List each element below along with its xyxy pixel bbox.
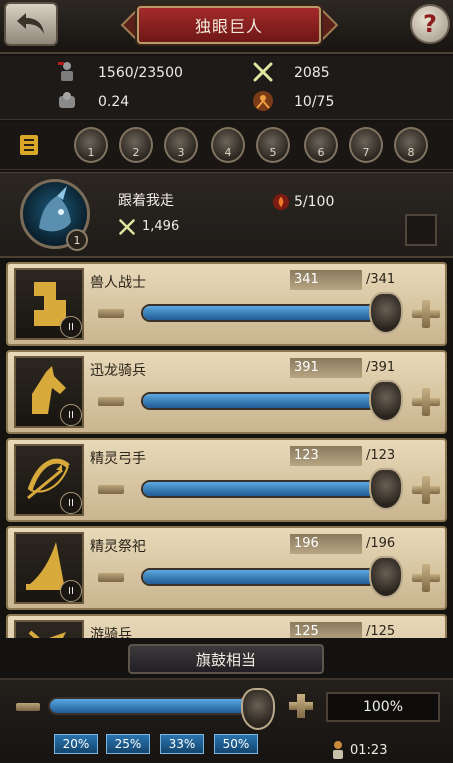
troop-count-max: /341 xyxy=(366,272,396,287)
slider-handle[interactable] xyxy=(369,380,403,422)
troop-name: 精灵弓手 xyxy=(90,451,146,467)
crossed-swords-icon xyxy=(253,62,273,82)
troop-capacity: 1560/23500 xyxy=(98,65,183,81)
total-slider-fill xyxy=(50,699,256,713)
help-button[interactable]: ? xyxy=(410,4,450,44)
troop-count-max: /125 xyxy=(366,624,396,638)
formation-count: 10/75 xyxy=(294,94,335,110)
slider-handle[interactable] xyxy=(369,468,403,510)
power-value: 2085 xyxy=(294,65,330,81)
troop-row: II 兽人战士 341 /341 xyxy=(6,262,447,346)
troop-slider[interactable] xyxy=(141,304,386,322)
preset-slot-8[interactable]: 8 xyxy=(394,127,428,163)
preset-20-button[interactable]: 20% xyxy=(54,734,98,754)
troop-count-max: /391 xyxy=(366,360,396,375)
troop-count-input[interactable]: 123 xyxy=(290,446,362,466)
slider-fill xyxy=(143,482,384,496)
troop-slider[interactable] xyxy=(141,480,386,498)
total-slider-handle[interactable] xyxy=(241,688,275,730)
ranger-icon xyxy=(28,630,66,638)
formation-button[interactable]: 旗鼓相当 xyxy=(128,644,324,674)
page-title: 独眼巨人 xyxy=(137,6,321,44)
preset-25-button[interactable]: 25% xyxy=(106,734,150,754)
preset-slot-2[interactable]: 2 xyxy=(119,127,153,163)
preset-slot-7[interactable]: 7 xyxy=(349,127,383,163)
back-arrow-icon xyxy=(17,13,44,34)
save-icon[interactable] xyxy=(18,133,40,157)
troop-row: II 迅龙骑兵 391 /391 xyxy=(6,350,447,434)
stamina-icon xyxy=(272,193,290,211)
hero-stamina: 5/100 xyxy=(294,194,335,210)
increase-button[interactable] xyxy=(412,388,440,416)
percent-display[interactable]: 100% xyxy=(326,692,440,722)
ratio-value: 0.24 xyxy=(98,94,130,110)
tier-badge: II xyxy=(60,492,82,514)
tier-badge: II xyxy=(60,316,82,338)
tier-badge: II xyxy=(60,404,82,426)
troop-name: 精灵祭祀 xyxy=(90,539,146,555)
preset-slot-4[interactable]: 4 xyxy=(211,127,245,163)
slider-fill xyxy=(143,306,384,320)
troop-slider[interactable] xyxy=(141,392,386,410)
troop-name: 兽人战士 xyxy=(90,275,146,291)
total-decrease-button[interactable] xyxy=(16,703,40,711)
troop-count-max: /123 xyxy=(366,448,396,463)
increase-button[interactable] xyxy=(412,300,440,328)
total-increase-button[interactable] xyxy=(289,694,313,718)
troop-row: II 精灵弓手 123 /123 xyxy=(6,438,447,522)
troop-row: 游骑兵 125 /125 xyxy=(6,614,447,638)
troop-icon xyxy=(14,620,84,638)
increase-button[interactable] xyxy=(412,476,440,504)
preset-slot-6[interactable]: 6 xyxy=(304,127,338,163)
total-slider[interactable] xyxy=(48,697,258,715)
preset-slot-1[interactable]: 1 xyxy=(74,127,108,163)
decrease-button[interactable] xyxy=(98,397,124,406)
hero-level-badge: 1 xyxy=(66,229,88,251)
preset-slot-5[interactable]: 5 xyxy=(256,127,290,163)
preset-33-button[interactable]: 33% xyxy=(160,734,204,754)
troop-list-clip: 游骑兵 125 /125 xyxy=(0,612,453,638)
question-icon: ? xyxy=(423,10,437,38)
troop-slider[interactable] xyxy=(141,568,386,586)
troop-row: II 精灵祭祀 196 /196 xyxy=(6,526,447,610)
formation-icon xyxy=(253,91,273,111)
troop-count-input[interactable]: 391 xyxy=(290,358,362,378)
slider-handle[interactable] xyxy=(369,292,403,334)
decrease-button[interactable] xyxy=(98,573,124,582)
troop-count-max: /196 xyxy=(366,536,396,551)
back-button[interactable] xyxy=(4,2,58,46)
preset-slot-3[interactable]: 3 xyxy=(164,127,198,163)
preset-50-button[interactable]: 50% xyxy=(214,734,258,754)
march-timer-icon xyxy=(333,741,343,759)
load-icon xyxy=(59,92,75,108)
hero-power: 1,496 xyxy=(142,219,180,234)
march-timer: 01:23 xyxy=(350,743,388,758)
hero-select-checkbox[interactable] xyxy=(405,214,437,246)
troops-icon xyxy=(58,62,73,81)
hero-power-icon xyxy=(119,219,135,235)
slider-handle[interactable] xyxy=(369,556,403,598)
troop-count-input[interactable]: 125 xyxy=(290,622,362,638)
slider-fill xyxy=(143,394,384,408)
troop-name: 迅龙骑兵 xyxy=(90,363,146,379)
troop-count-input[interactable]: 196 xyxy=(290,534,362,554)
slider-fill xyxy=(143,570,384,584)
decrease-button[interactable] xyxy=(98,309,124,318)
increase-button[interactable] xyxy=(412,564,440,592)
decrease-button[interactable] xyxy=(98,485,124,494)
tier-badge: II xyxy=(60,580,82,602)
hero-name: 跟着我走 xyxy=(118,193,174,209)
troop-name: 游骑兵 xyxy=(90,627,132,638)
troop-count-input[interactable]: 341 xyxy=(290,270,362,290)
